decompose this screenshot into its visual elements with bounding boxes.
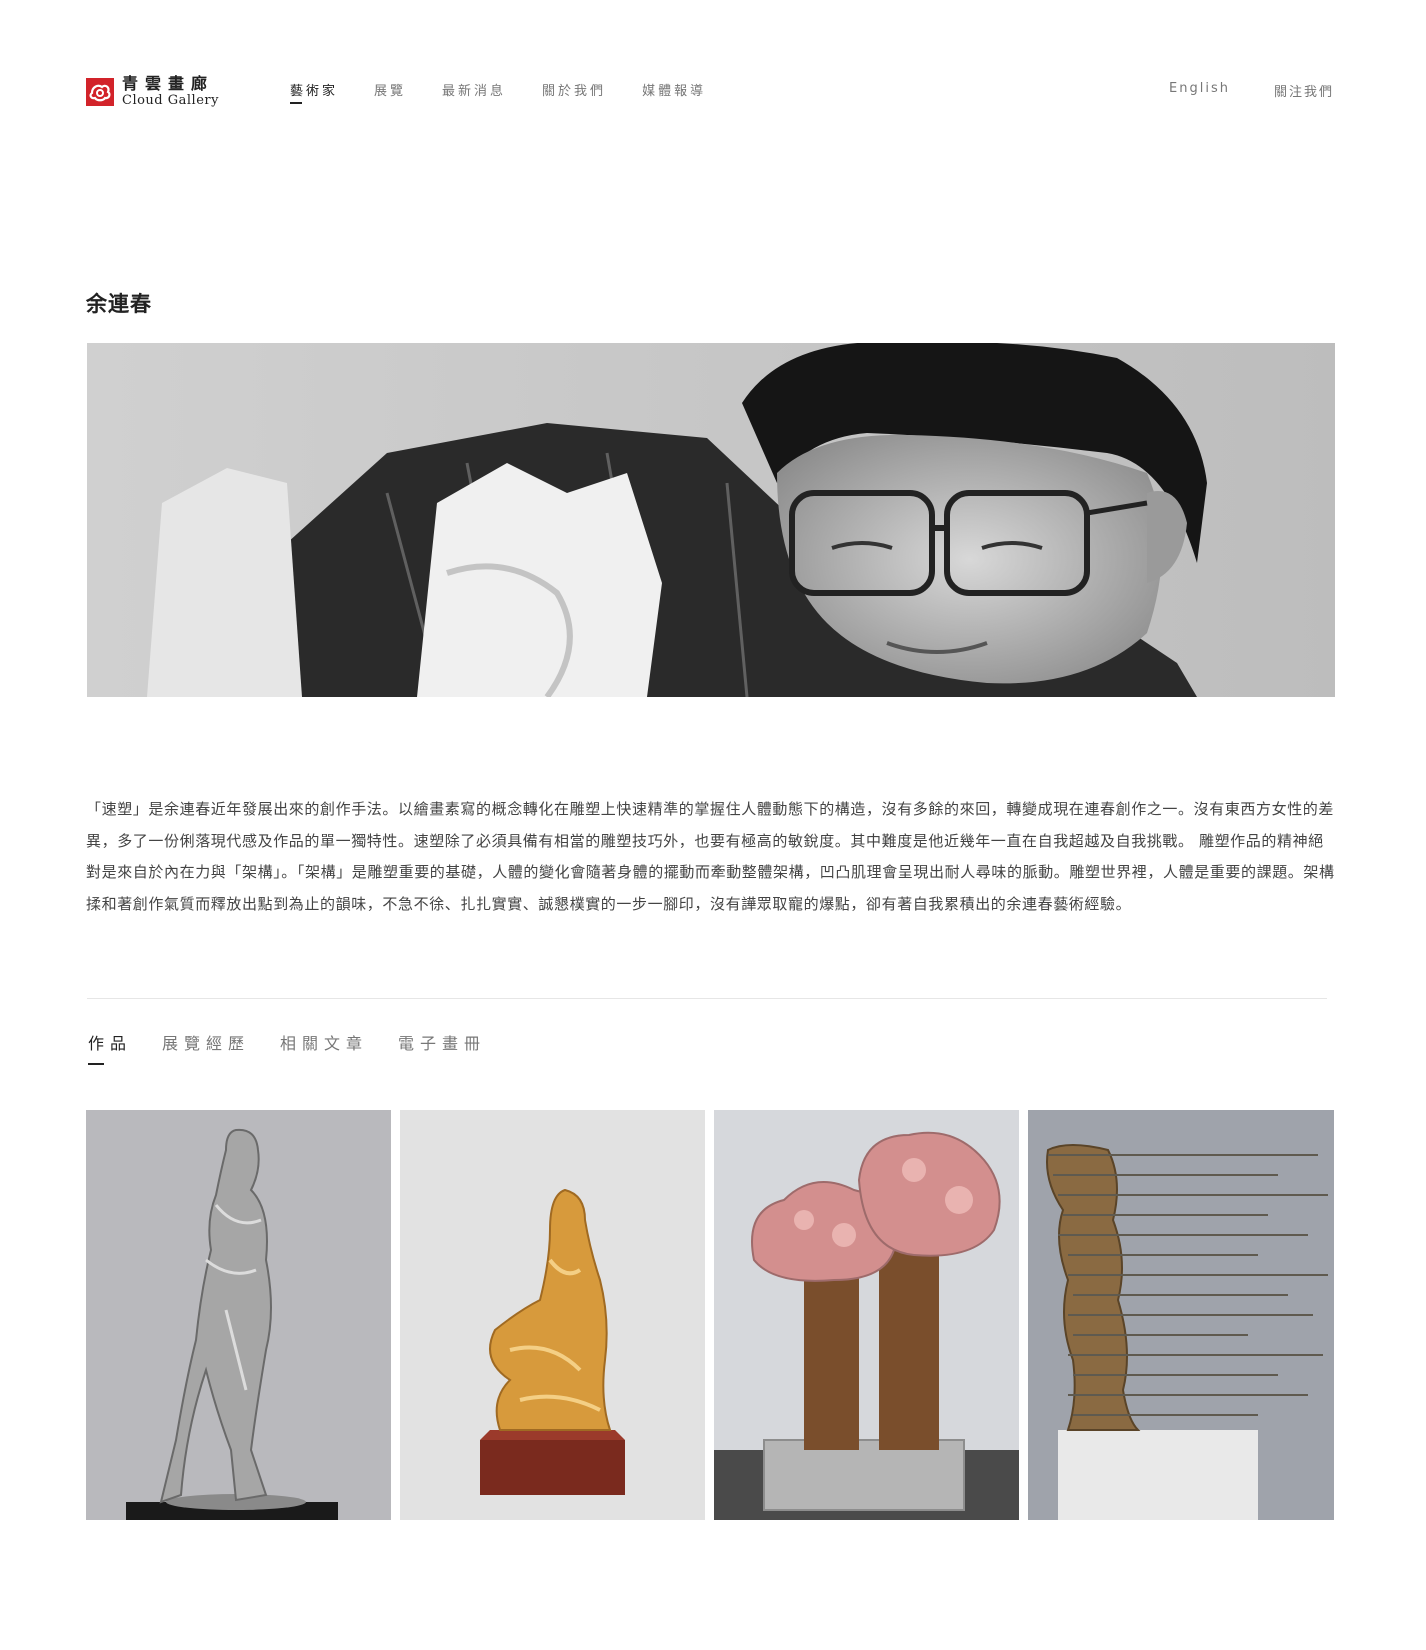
tab-exhibition-history[interactable]: 展覽經歷 xyxy=(162,1030,250,1054)
utility-nav: English 關注我們 xyxy=(1125,81,1334,100)
nav-item-artists[interactable]: 藝術家 xyxy=(290,80,338,104)
logo-english-name: Cloud Gallery xyxy=(122,93,219,108)
logo-chinese-name: 青雲畫廊 xyxy=(122,74,215,93)
nav-item-media[interactable]: 媒體報導 xyxy=(642,80,706,99)
golden-seated-figure-sculpture-image xyxy=(400,1110,705,1520)
site-logo[interactable]: 青雲畫廊 Cloud Gallery xyxy=(86,76,219,107)
nav-item-exhibitions[interactable]: 展覽 xyxy=(374,80,406,99)
site-header: 青雲畫廊 Cloud Gallery 藝術家 展覽 最新消息 關於我們 媒體報導… xyxy=(0,0,1426,130)
silver-figure-sculpture-image xyxy=(86,1110,391,1520)
tab-related-articles[interactable]: 相關文章 xyxy=(280,1030,368,1054)
section-divider xyxy=(87,998,1327,999)
artwork-thumbnail-2[interactable] xyxy=(400,1110,705,1520)
works-grid xyxy=(86,1110,1334,1520)
rods-figure-sculpture-image xyxy=(1028,1110,1334,1520)
tab-works[interactable]: 作品 xyxy=(88,1030,132,1065)
cloud-gallery-logo-icon xyxy=(86,77,114,106)
artwork-thumbnail-3[interactable] xyxy=(714,1110,1019,1520)
artist-biography: 「速塑」是余連春近年發展出來的創作手法。以繪畫素寫的概念轉化在雕塑上快速精準的掌… xyxy=(86,800,1335,913)
artwork-thumbnail-4[interactable] xyxy=(1028,1110,1334,1520)
main-nav: 藝術家 展覽 最新消息 關於我們 媒體報導 xyxy=(290,80,742,104)
portrait-photo xyxy=(87,343,1335,697)
follow-us-link[interactable]: 關注我們 xyxy=(1274,81,1334,100)
language-switch-link[interactable]: English xyxy=(1169,81,1230,100)
nav-item-news[interactable]: 最新消息 xyxy=(442,80,506,99)
artist-tabs: 作品 展覽經歷 相關文章 電子畫冊 xyxy=(88,1030,516,1065)
logo-text: 青雲畫廊 Cloud Gallery xyxy=(122,74,219,108)
artist-portrait-image xyxy=(87,343,1335,697)
artwork-thumbnail-1[interactable] xyxy=(86,1110,391,1520)
page-title: 余連春 xyxy=(86,292,152,316)
twin-trees-sculpture-image xyxy=(714,1110,1019,1520)
tab-e-catalog[interactable]: 電子畫冊 xyxy=(398,1030,486,1054)
nav-item-about[interactable]: 關於我們 xyxy=(542,80,606,99)
